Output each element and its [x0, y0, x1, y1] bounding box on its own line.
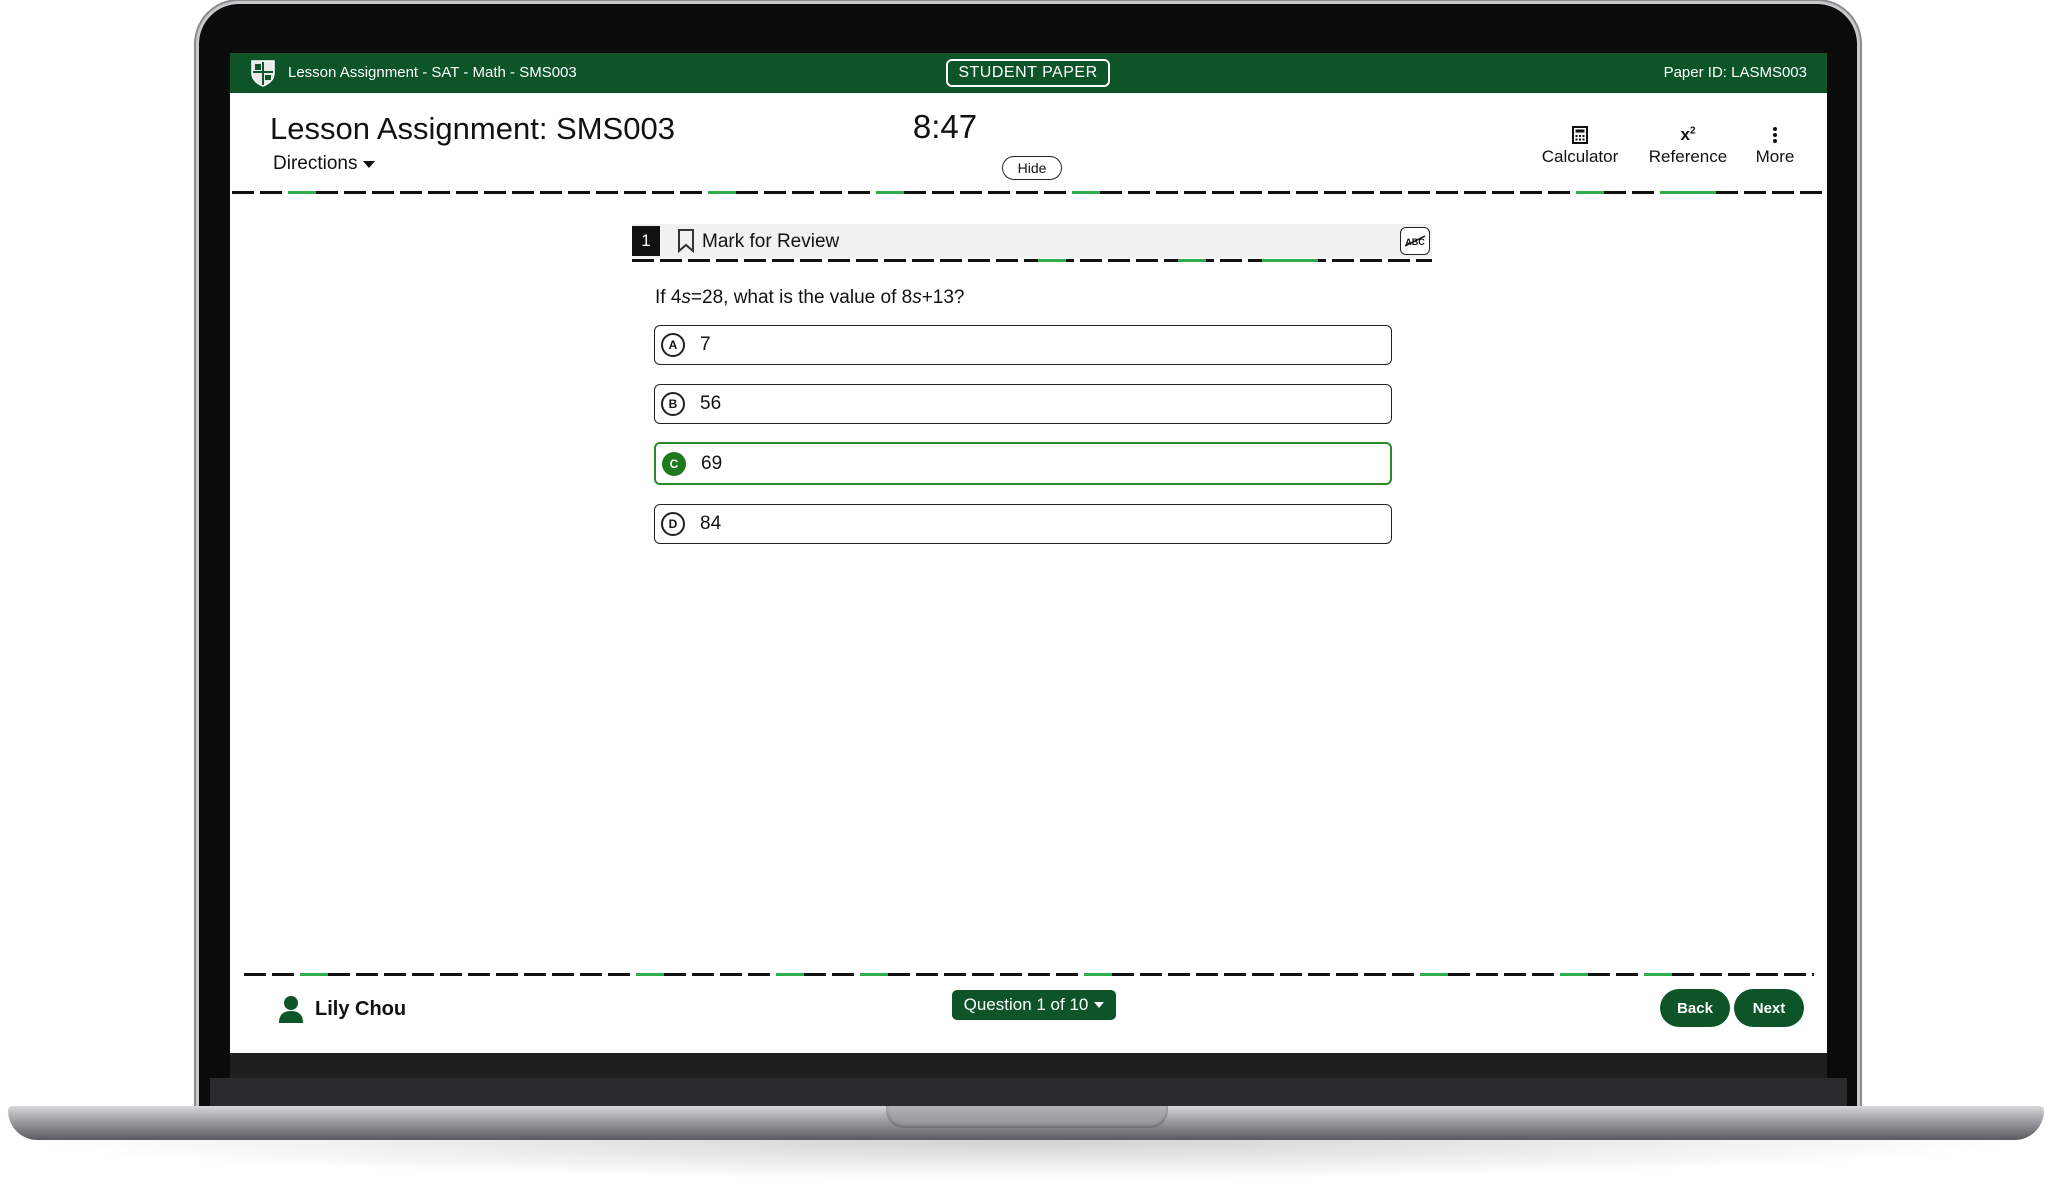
user-name: Lily Chou [315, 997, 407, 1020]
choice-text-d: 84 [700, 513, 722, 534]
assignment-path: Lesson Assignment - SAT - Math - SMS003 [288, 64, 577, 81]
svg-text:ABC: ABC [1405, 237, 1425, 247]
user-info: Lily Chou [278, 995, 406, 1023]
question-nav-dropdown[interactable]: Question 1 of 10 [952, 990, 1116, 1020]
header-divider [232, 191, 1826, 194]
answer-eliminator-button[interactable]: ABC [1400, 227, 1430, 255]
chevron-down-icon [363, 160, 376, 168]
choice-letter-a: A [661, 333, 685, 357]
question-nav-label: Question 1 of 10 [963, 995, 1089, 1014]
user-icon [279, 996, 303, 1023]
more-vertical-icon [1773, 127, 1777, 143]
question-text-part: +13? [921, 287, 965, 308]
question-variable: s [681, 287, 691, 308]
choice-letter-d: D [661, 512, 685, 536]
answer-choice-c[interactable]: C 69 [654, 442, 1392, 485]
bookmark-icon[interactable] [677, 229, 695, 253]
next-button[interactable]: Next [1734, 989, 1804, 1027]
answer-choice-a[interactable]: A 7 [654, 325, 1392, 365]
choice-text-c: 69 [701, 452, 723, 474]
superscript-icon: x2 [1680, 125, 1696, 144]
question-variable: s [912, 287, 922, 308]
question-header: 1 Mark for Review ABC [632, 224, 1432, 258]
page-title: Lesson Assignment: SMS003 [270, 111, 675, 146]
student-paper-badge: STUDENT PAPER [946, 59, 1110, 87]
mark-for-review-toggle[interactable]: Mark for Review [702, 231, 839, 253]
question-number: 1 [632, 226, 660, 256]
calculator-icon [1572, 126, 1588, 144]
app-screen: Lesson Assignment - SAT - Math - SMS003 … [230, 53, 1827, 1053]
choice-text-b: 56 [700, 393, 722, 414]
strikethrough-abc-icon: ABC [1404, 235, 1426, 247]
question-text-part: If 4 [655, 287, 682, 308]
question-header-divider [632, 259, 1432, 262]
more-label: More [1755, 147, 1795, 166]
reference-label: Reference [1648, 147, 1728, 166]
calculator-button[interactable]: Calculator [1530, 123, 1630, 167]
hide-timer-button[interactable]: Hide [1002, 156, 1062, 180]
footer-divider [244, 973, 1814, 976]
back-button[interactable]: Back [1660, 989, 1730, 1027]
answer-choice-b[interactable]: B 56 [654, 384, 1392, 424]
laptop-shadow [20, 1140, 2032, 1180]
top-bar: Lesson Assignment - SAT - Math - SMS003 … [230, 53, 1827, 93]
question-text-part: =28, what is the value of 8 [690, 287, 913, 308]
choice-letter-b: B [661, 392, 685, 416]
answer-choice-d[interactable]: D 84 [654, 504, 1392, 544]
choice-text-a: 7 [700, 334, 711, 355]
crest-icon [251, 60, 275, 87]
more-button[interactable]: More [1740, 123, 1810, 167]
choice-letter-c: C [662, 451, 686, 476]
calculator-label: Calculator [1541, 147, 1619, 166]
directions-label: Directions [273, 153, 358, 174]
reference-button[interactable]: x2 Reference [1638, 123, 1738, 167]
question-text: If 4s=28, what is the value of 8s+13? [655, 287, 965, 309]
laptop-notch [886, 1106, 1168, 1128]
paper-id: Paper ID: LASMS003 [1663, 64, 1807, 81]
timer: 8:47 [912, 108, 978, 145]
laptop-hinge [210, 1078, 1847, 1108]
screen-bottom-edge [230, 1053, 1827, 1078]
chevron-down-icon [1094, 1002, 1105, 1008]
directions-dropdown[interactable]: Directions [273, 153, 376, 175]
